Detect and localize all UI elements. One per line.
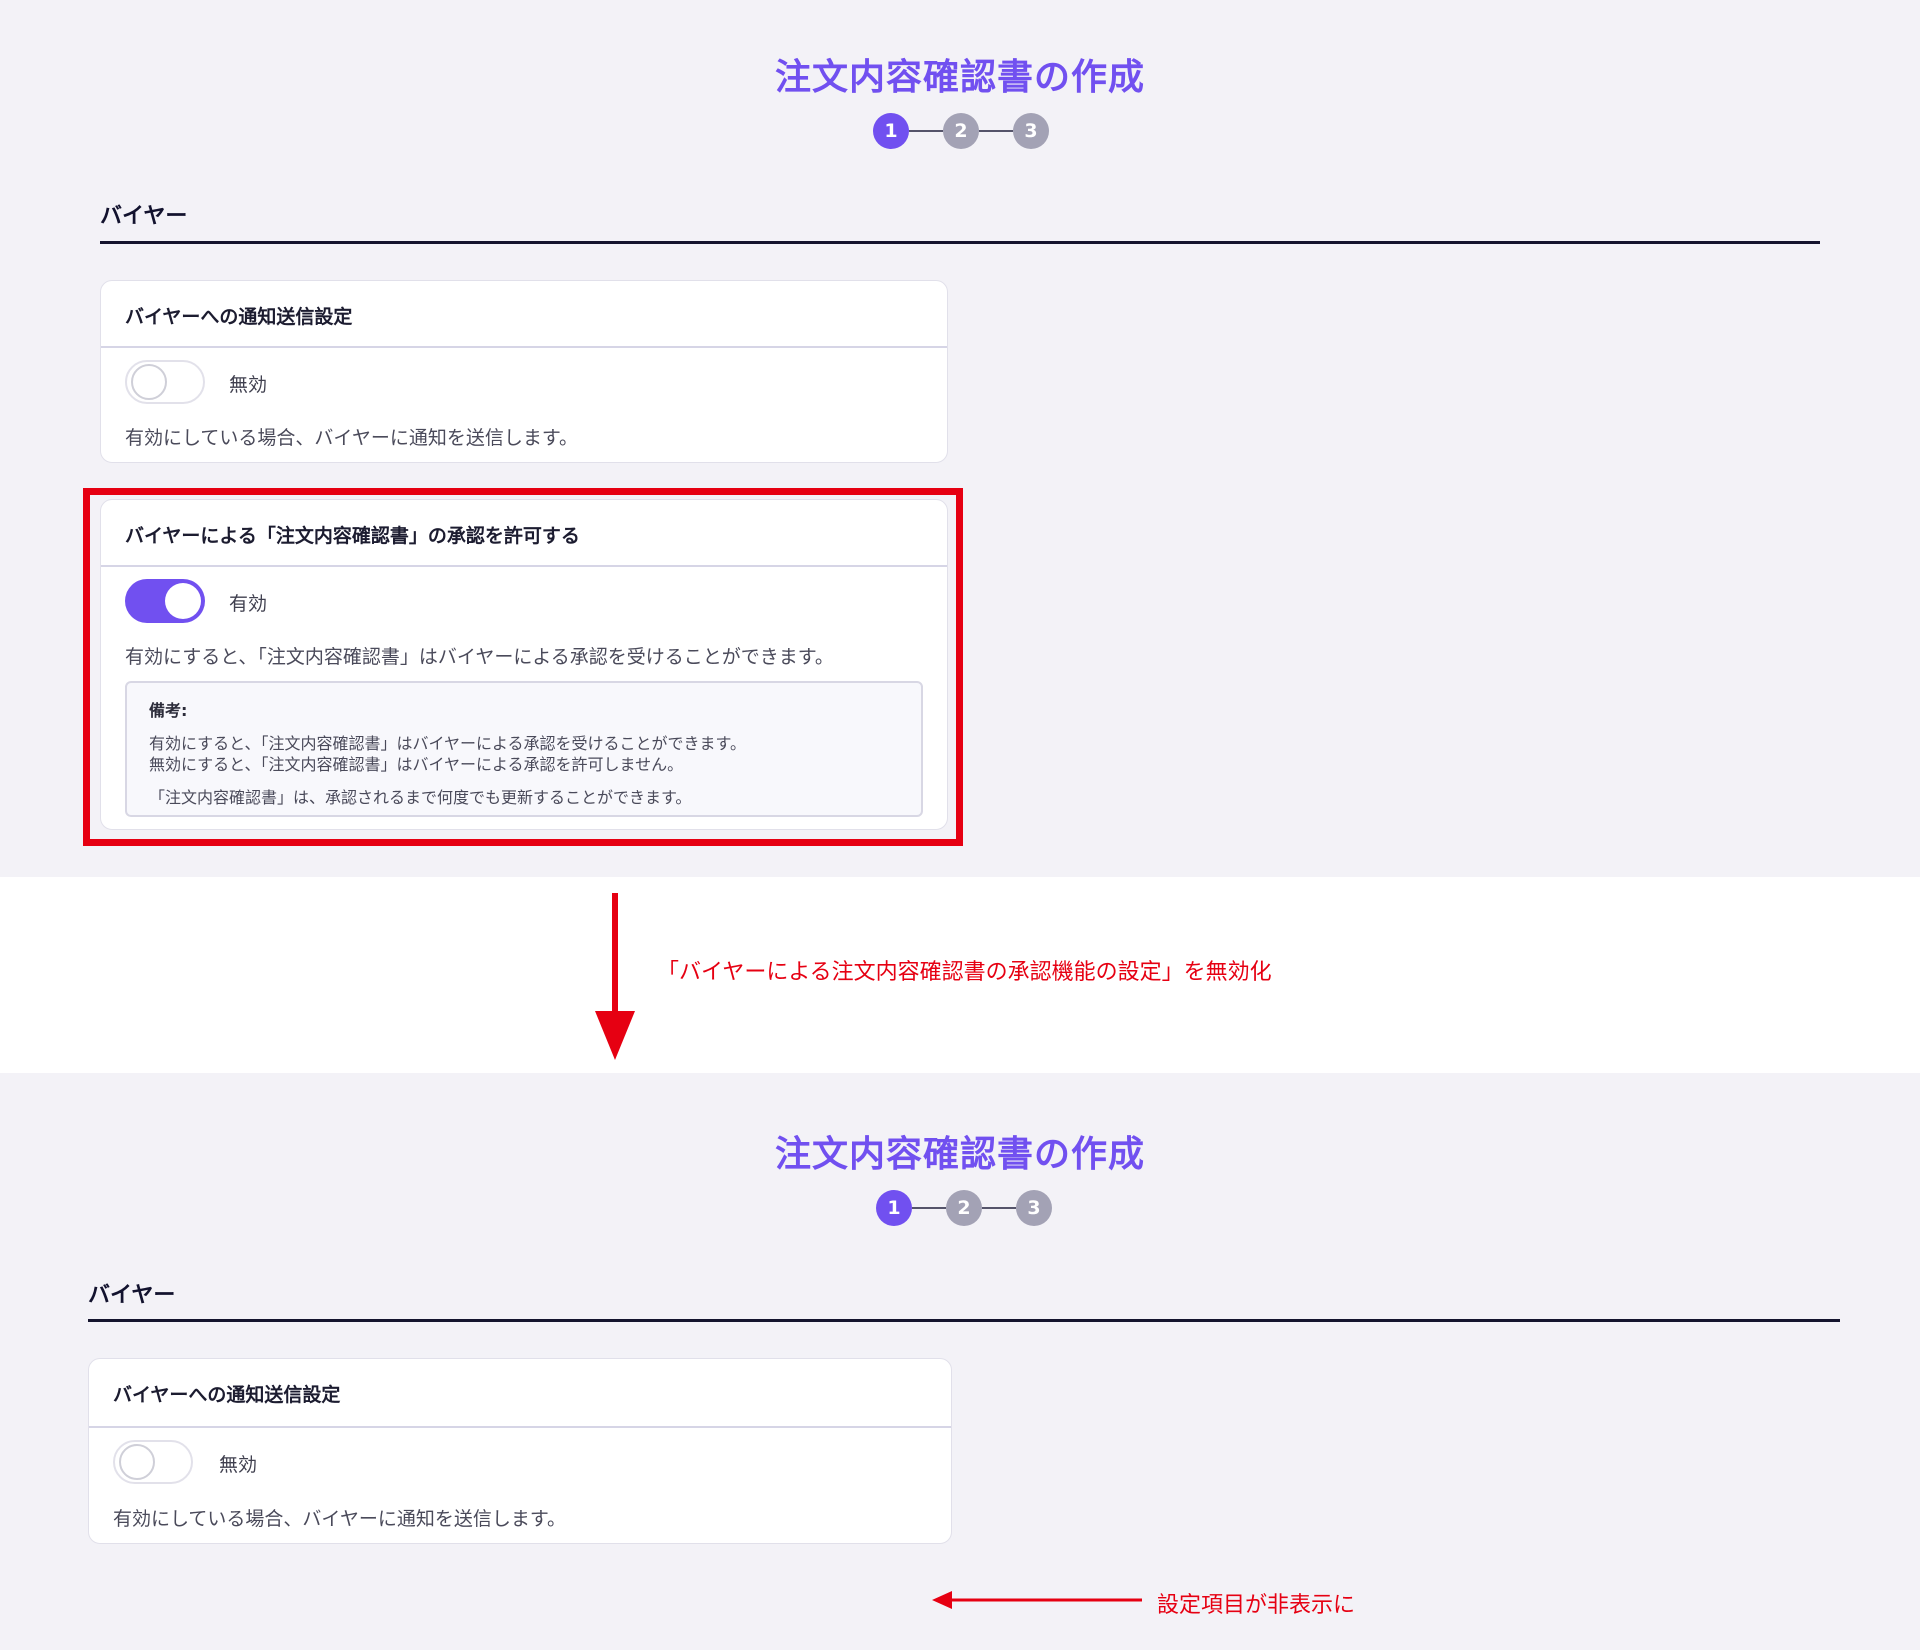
section-label-buyer: バイヤー xyxy=(100,204,188,229)
hidden-annotation: 設定項目が非表示に xyxy=(1157,1593,1356,1618)
step-3[interactable]: 3 xyxy=(1013,113,1049,149)
toggle-knob xyxy=(131,364,167,400)
step-3[interactable]: 3 xyxy=(1016,1190,1052,1226)
section-divider xyxy=(100,241,1820,244)
step-connector xyxy=(982,1207,1016,1209)
stepper: 1 2 3 xyxy=(873,113,1049,149)
after-screen: 注文内容確認書の作成 1 2 3 バイヤー バイヤーへの通知送信設定 無効 有効… xyxy=(0,1073,1920,1650)
down-arrow-icon xyxy=(595,893,635,1060)
highlight-frame xyxy=(83,488,963,846)
page-title: 注文内容確認書の作成 xyxy=(774,57,1145,98)
card-divider xyxy=(101,346,947,348)
left-arrow-icon xyxy=(932,1591,1142,1609)
before-screen: 注文内容確認書の作成 1 2 3 バイヤー バイヤーへの通知送信設定 無効 有効… xyxy=(0,0,1920,877)
notify-toggle[interactable] xyxy=(113,1440,193,1484)
step-1[interactable]: 1 xyxy=(873,113,909,149)
step-connector xyxy=(912,1207,946,1209)
step-2[interactable]: 2 xyxy=(946,1190,982,1226)
card-description: 有効にしている場合、バイヤーに通知を送信します。 xyxy=(113,1508,566,1530)
stepper: 1 2 3 xyxy=(876,1190,1052,1226)
step-1[interactable]: 1 xyxy=(876,1190,912,1226)
toggle-state-label: 無効 xyxy=(229,374,268,396)
card-description: 有効にしている場合、バイヤーに通知を送信します。 xyxy=(125,427,578,449)
card-title: バイヤーへの通知送信設定 xyxy=(125,306,353,328)
step-connector xyxy=(909,130,943,132)
notify-settings-card: バイヤーへの通知送信設定 無効 有効にしている場合、バイヤーに通知を送信します。 xyxy=(100,280,948,463)
step-2[interactable]: 2 xyxy=(943,113,979,149)
section-label-buyer: バイヤー xyxy=(88,1283,176,1308)
transition-annotation: 「バイヤーによる注文内容確認書の承認機能の設定」を無効化 xyxy=(657,960,1272,985)
page-title: 注文内容確認書の作成 xyxy=(774,1134,1145,1175)
notify-settings-card: バイヤーへの通知送信設定 無効 有効にしている場合、バイヤーに通知を送信します。 xyxy=(88,1358,952,1544)
notify-toggle[interactable] xyxy=(125,360,205,404)
section-divider xyxy=(88,1319,1840,1322)
toggle-knob xyxy=(119,1444,155,1480)
card-title: バイヤーへの通知送信設定 xyxy=(113,1384,341,1406)
card-divider xyxy=(89,1426,951,1428)
step-connector xyxy=(979,130,1013,132)
toggle-state-label: 無効 xyxy=(219,1454,258,1476)
